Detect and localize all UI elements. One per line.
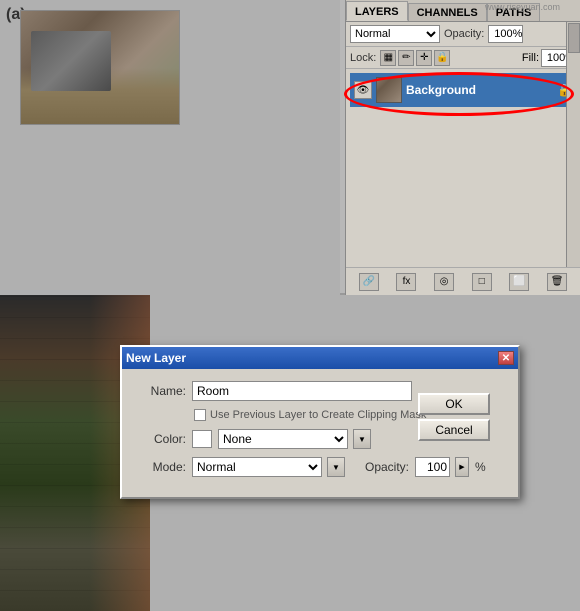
canvas-area-top: (a) — [0, 0, 340, 295]
dialog-titlebar: New Layer ✕ — [122, 347, 518, 369]
dialog-title: New Layer — [126, 351, 186, 365]
lock-label: Lock: — [350, 52, 376, 64]
clipping-mask-label: Use Previous Layer to Create Clipping Ma… — [210, 409, 426, 421]
dialog-close-button[interactable]: ✕ — [498, 351, 514, 365]
opacity-stepper[interactable]: ▶ — [455, 457, 469, 477]
color-select[interactable]: None — [218, 429, 348, 449]
lock-transparent-icon[interactable]: ▦ — [380, 50, 396, 66]
fx-icon[interactable]: fx — [396, 273, 416, 291]
dialog-mode-row: Mode: Normal ▼ Opacity: ▶ % — [136, 457, 504, 477]
watermark: www.riseyuan.com — [485, 2, 560, 12]
dialog-container: New Layer ✕ Name: Use Previous Laye — [120, 345, 520, 499]
layer-visibility-toggle[interactable]: 👁 — [354, 81, 372, 99]
layers-scrollbar[interactable] — [566, 22, 580, 267]
dialog-color-label: Color: — [136, 432, 186, 446]
section-a: (a) LAYERS CHANNELS PATHS www.riseyuan.c… — [0, 0, 580, 295]
tab-layers[interactable]: LAYERS — [346, 1, 408, 21]
clipping-mask-checkbox[interactable] — [194, 409, 206, 421]
section-b: b) New Layer ✕ Name: — [0, 295, 580, 611]
dialog-opacity-input[interactable] — [415, 457, 450, 477]
lock-paint-icon[interactable]: ✏ — [398, 50, 414, 66]
mode-select[interactable]: Normal — [192, 457, 322, 477]
color-select-arrow[interactable]: ▼ — [353, 429, 371, 449]
opacity-input[interactable] — [488, 25, 523, 43]
link-icon[interactable]: 🔗 — [359, 273, 379, 291]
layers-header-row2: Lock: ▦ ✏ ✛ 🔒 Fill: — [346, 47, 580, 69]
dialog-buttons: OK Cancel — [418, 393, 490, 441]
layers-tabs: LAYERS CHANNELS PATHS www.riseyuan.com — [346, 0, 580, 22]
new-layer-dialog: New Layer ✕ Name: Use Previous Laye — [120, 345, 520, 499]
lock-move-icon[interactable]: ✛ — [416, 50, 432, 66]
blend-mode-select[interactable]: Normal — [350, 25, 440, 43]
dialog-body: Name: Use Previous Layer to Create Clipp… — [122, 369, 518, 497]
new-layer-icon[interactable]: ⬜ — [509, 273, 529, 291]
group-icon[interactable]: □ — [472, 273, 492, 291]
layer-thumbnail — [376, 77, 402, 103]
lock-icons: ▦ ✏ ✛ 🔒 — [380, 50, 450, 66]
layers-panel: LAYERS CHANNELS PATHS www.riseyuan.com N… — [345, 0, 580, 295]
background-layer-row[interactable]: 👁 Background 🔒 — [350, 73, 576, 107]
ok-button[interactable]: OK — [418, 393, 490, 415]
fill-label: Fill: — [522, 52, 539, 64]
tab-channels[interactable]: CHANNELS — [408, 3, 487, 21]
delete-layer-icon[interactable]: 🗑 — [547, 273, 567, 291]
opacity-label: Opacity: — [444, 28, 484, 40]
color-swatch[interactable] — [192, 430, 212, 448]
dialog-body-inner: Name: Use Previous Layer to Create Clipp… — [136, 381, 504, 477]
dialog-mode-label: Mode: — [136, 460, 186, 474]
cancel-button[interactable]: Cancel — [418, 419, 490, 441]
scrollbar-thumb[interactable] — [568, 23, 580, 53]
dialog-name-input[interactable] — [192, 381, 412, 401]
lock-all-icon[interactable]: 🔒 — [434, 50, 450, 66]
dialog-percent: % — [475, 460, 486, 474]
dialog-name-label: Name: — [136, 384, 186, 398]
layer-name: Background — [406, 83, 553, 97]
adjustment-icon[interactable]: ◎ — [434, 273, 454, 291]
mode-select-arrow[interactable]: ▼ — [327, 457, 345, 477]
layers-bottom-toolbar: 🔗 fx ◎ □ ⬜ 🗑 — [346, 267, 580, 295]
canvas-image-top — [20, 10, 180, 125]
layers-header-row1: Normal Opacity: — [346, 22, 580, 47]
dialog-opacity-label: Opacity: — [359, 460, 409, 474]
